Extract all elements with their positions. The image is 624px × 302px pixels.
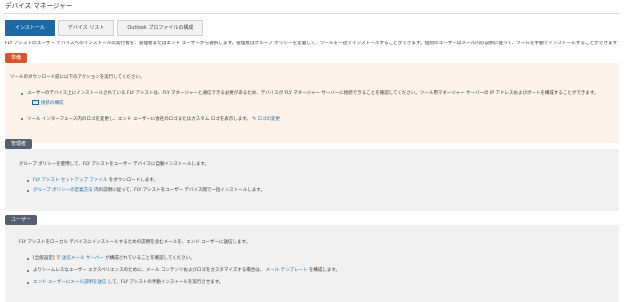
bullet-dot xyxy=(27,180,30,183)
user-section-label: ユーザー xyxy=(5,215,37,225)
prep-heading: ツールのダウンロード前に以下のアクションを実行してください。 xyxy=(10,75,145,80)
bullet-dot xyxy=(27,282,30,285)
user-section: FLY アシストをローカル デバイスにインストールするための説明を含むメールを、… xyxy=(5,215,619,302)
user-bullet-template-post: を構成します。 xyxy=(308,268,340,273)
pencil-icon: ✎ xyxy=(252,116,257,122)
prep-bullet-logo-text: ツール インターフェース内のロゴを変更し、エンド ユーザーに会社のロゴまたはカス… xyxy=(27,117,251,122)
admin-section-label: 管理者 xyxy=(5,139,33,149)
bullet-dot xyxy=(21,93,24,96)
send-mail-instructions-link[interactable]: エンド ユーザーにメール説明を送信 xyxy=(33,280,106,285)
bullet-dot xyxy=(27,190,30,193)
group-policy-link[interactable]: グループ ポリシーの定義方法 xyxy=(33,188,93,193)
user-heading: FLY アシストをローカル デバイスにインストールするための説明を含むメールを、… xyxy=(19,240,251,245)
prep-bullet-connection: ユーザーのデバイス上にインストールされている FLY アシストは、FLY マネー… xyxy=(27,91,599,96)
prep-section-label: 準備 xyxy=(5,53,28,63)
user-bullet-mail-server-pre: [全般設定] で xyxy=(33,256,61,261)
bullet-dot xyxy=(27,270,30,273)
user-bullet-template: よりシームレスなユーザー エクスペリエンスのために、メール コンテンツおよびロゴ… xyxy=(33,268,340,274)
prep-bullet-logo: ツール インターフェース内のロゴを変更し、エンド ユーザーに会社のロゴまたはカス… xyxy=(27,116,280,123)
tab-bar: インストール デバイス リスト Outlook プロファイルの構成 xyxy=(5,20,206,36)
change-logo-link[interactable]: ロゴの変更 xyxy=(257,117,280,122)
user-bullet-mail-server-post: が構成されていることを確認してください。 xyxy=(105,256,195,261)
admin-section-body: グループ ポリシーを使用して、FLY アシストをユーザー デバイスに自動インスト… xyxy=(5,149,619,211)
admin-section: グループ ポリシーを使用して、FLY アシストをユーザー デバイスに自動インスト… xyxy=(5,139,619,211)
page-title: デバイス マネージャー xyxy=(5,2,73,10)
outgoing-mail-server-link[interactable]: 送信メール サーバー xyxy=(62,256,104,261)
admin-heading: グループ ポリシーを使用して、FLY アシストをユーザー デバイスに自動インスト… xyxy=(19,162,209,167)
setup-file-link[interactable]: FLY アシスト セットアップ ファイル xyxy=(33,178,107,183)
user-bullet-template-pre: よりシームレスなユーザー エクスペリエンスのために、メール コンテンツおよびロゴ… xyxy=(33,268,265,273)
tab-device-list[interactable]: デバイス リスト xyxy=(57,20,115,36)
tab-outlook-profile[interactable]: Outlook プロファイルの構成 xyxy=(117,20,204,36)
user-bullet-mail-server: [全般設定] で 送信メール サーバー が構成されていることを確認してください。 xyxy=(33,256,195,262)
mail-template-link[interactable]: メール テンプレート xyxy=(266,268,308,273)
prep-section-body: ツールのダウンロード前に以下のアクションを実行してください。 ユーザーのデバイス… xyxy=(5,63,619,143)
bullet-dot xyxy=(21,118,24,121)
admin-bullet-download: FLY アシスト セットアップ ファイル をダウンロードします。 xyxy=(33,178,158,184)
admin-bullet-download-text: をダウンロードします。 xyxy=(108,178,158,183)
user-bullet-send: エンド ユーザーにメール説明を送信 して、FLY アシストの手動インストールを実… xyxy=(33,280,223,286)
intro-text: FLY アシストのユーザー デバイスへのインストールの実行者を、管理者またはエン… xyxy=(5,41,617,46)
connection-config-link[interactable]: 接続の構成 xyxy=(32,100,64,107)
prep-section: ツールのダウンロード前に以下のアクションを実行してください。 ユーザーのデバイス… xyxy=(5,53,619,143)
config-doc-icon xyxy=(32,100,39,105)
connection-config-link-text: 接続の構成 xyxy=(41,101,64,106)
tab-install[interactable]: インストール xyxy=(5,20,55,36)
user-bullet-send-post: して、FLY アシストの手動インストールを実行させます。 xyxy=(107,280,224,285)
bullet-dot xyxy=(27,258,30,261)
user-section-body: FLY アシストをローカル デバイスにインストールするための説明を含むメールを、… xyxy=(5,225,619,302)
admin-bullet-policy-text: 内の説明に従って、FLY アシストをユーザー デバイス間で一括インストールします… xyxy=(94,188,265,193)
title-divider xyxy=(4,13,620,14)
admin-bullet-policy: グループ ポリシーの定義方法 内の説明に従って、FLY アシストをユーザー デバ… xyxy=(33,188,265,194)
